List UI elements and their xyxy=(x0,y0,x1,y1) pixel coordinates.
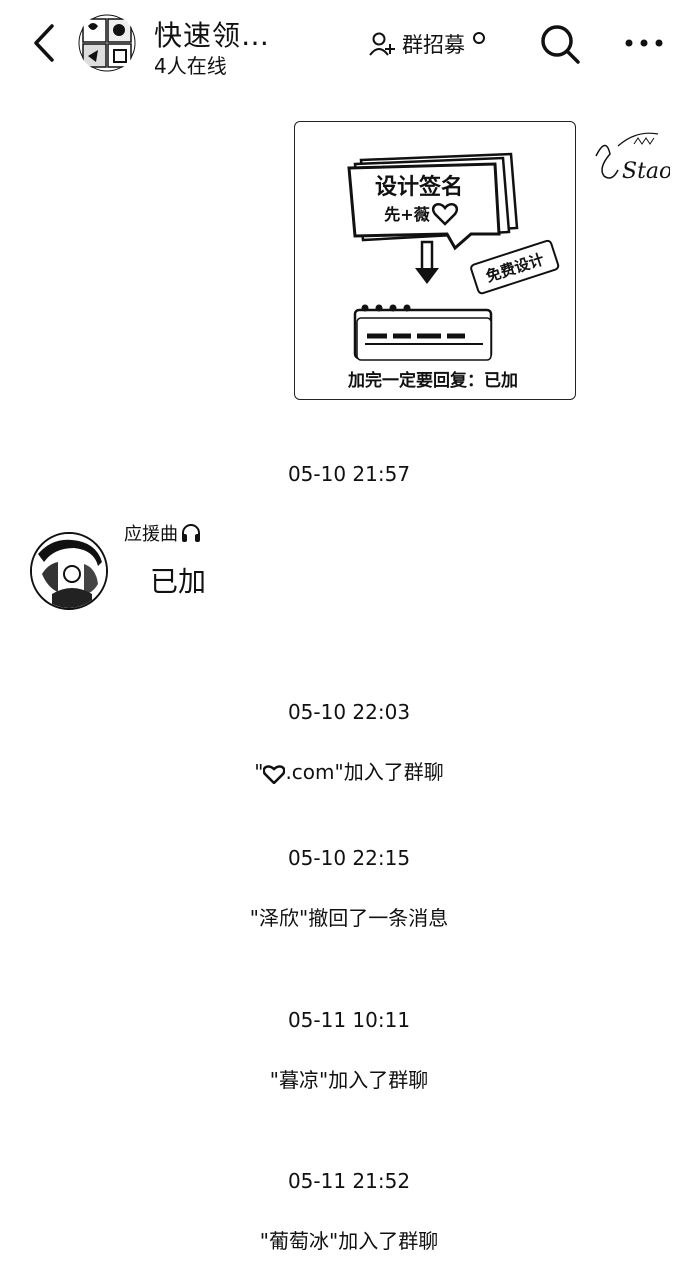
promo-footer: 加完一定要回复：已加 xyxy=(347,370,518,391)
signature-sticker: Stao xyxy=(595,132,670,184)
online-count: 4人在线 xyxy=(154,54,227,78)
system-message-suffix: .com"加入了群聊 xyxy=(285,760,444,784)
timestamp: 05-10 21:57 xyxy=(287,462,411,486)
system-message-prefix: " xyxy=(254,760,264,784)
timestamp: 05-11 21:52 xyxy=(287,1169,411,1193)
signature-text: Stao xyxy=(622,159,670,184)
more-icon[interactable] xyxy=(620,30,668,56)
system-message: "泽欣"撤回了一条消息 xyxy=(249,906,449,930)
notification-dot xyxy=(473,32,485,44)
add-user-icon xyxy=(369,32,395,56)
chat-title: 快速领… xyxy=(154,19,271,52)
message-text: 已加 xyxy=(150,565,207,598)
back-arrow-icon[interactable] xyxy=(28,20,62,66)
sender-name: 应援曲 xyxy=(124,520,202,546)
image-message[interactable]: 设计签名 先+薇 免费设计 加完一定要回复：已加 xyxy=(294,121,576,400)
timestamp: 05-11 10:11 xyxy=(287,1008,411,1032)
timestamp: 05-10 22:15 xyxy=(287,846,411,870)
sender-name-label: 应援曲 xyxy=(124,524,178,545)
system-message: " .com"加入了群聊 xyxy=(0,756,698,785)
chat-header: 快速领… 4人在线 群招募 xyxy=(0,0,698,90)
promo-image: 设计签名 先+薇 免费设计 加完一定要回复：已加 xyxy=(347,152,560,391)
system-message: "暮凉"加入了群聊 xyxy=(269,1068,429,1092)
timestamp: 05-10 22:03 xyxy=(287,700,411,724)
heart-icon xyxy=(263,764,286,784)
promo-subline: 先+薇 xyxy=(384,205,429,224)
search-icon[interactable] xyxy=(538,22,582,66)
avatar[interactable] xyxy=(30,532,108,610)
headphones-icon xyxy=(182,524,200,542)
system-message: "葡萄冰"加入了群聊 xyxy=(259,1229,439,1253)
group-recruit-button[interactable]: 群招募 xyxy=(368,28,485,60)
group-recruit-label: 群招募 xyxy=(402,33,465,57)
promo-headline: 设计签名 xyxy=(375,174,463,200)
group-avatar[interactable] xyxy=(78,14,136,72)
